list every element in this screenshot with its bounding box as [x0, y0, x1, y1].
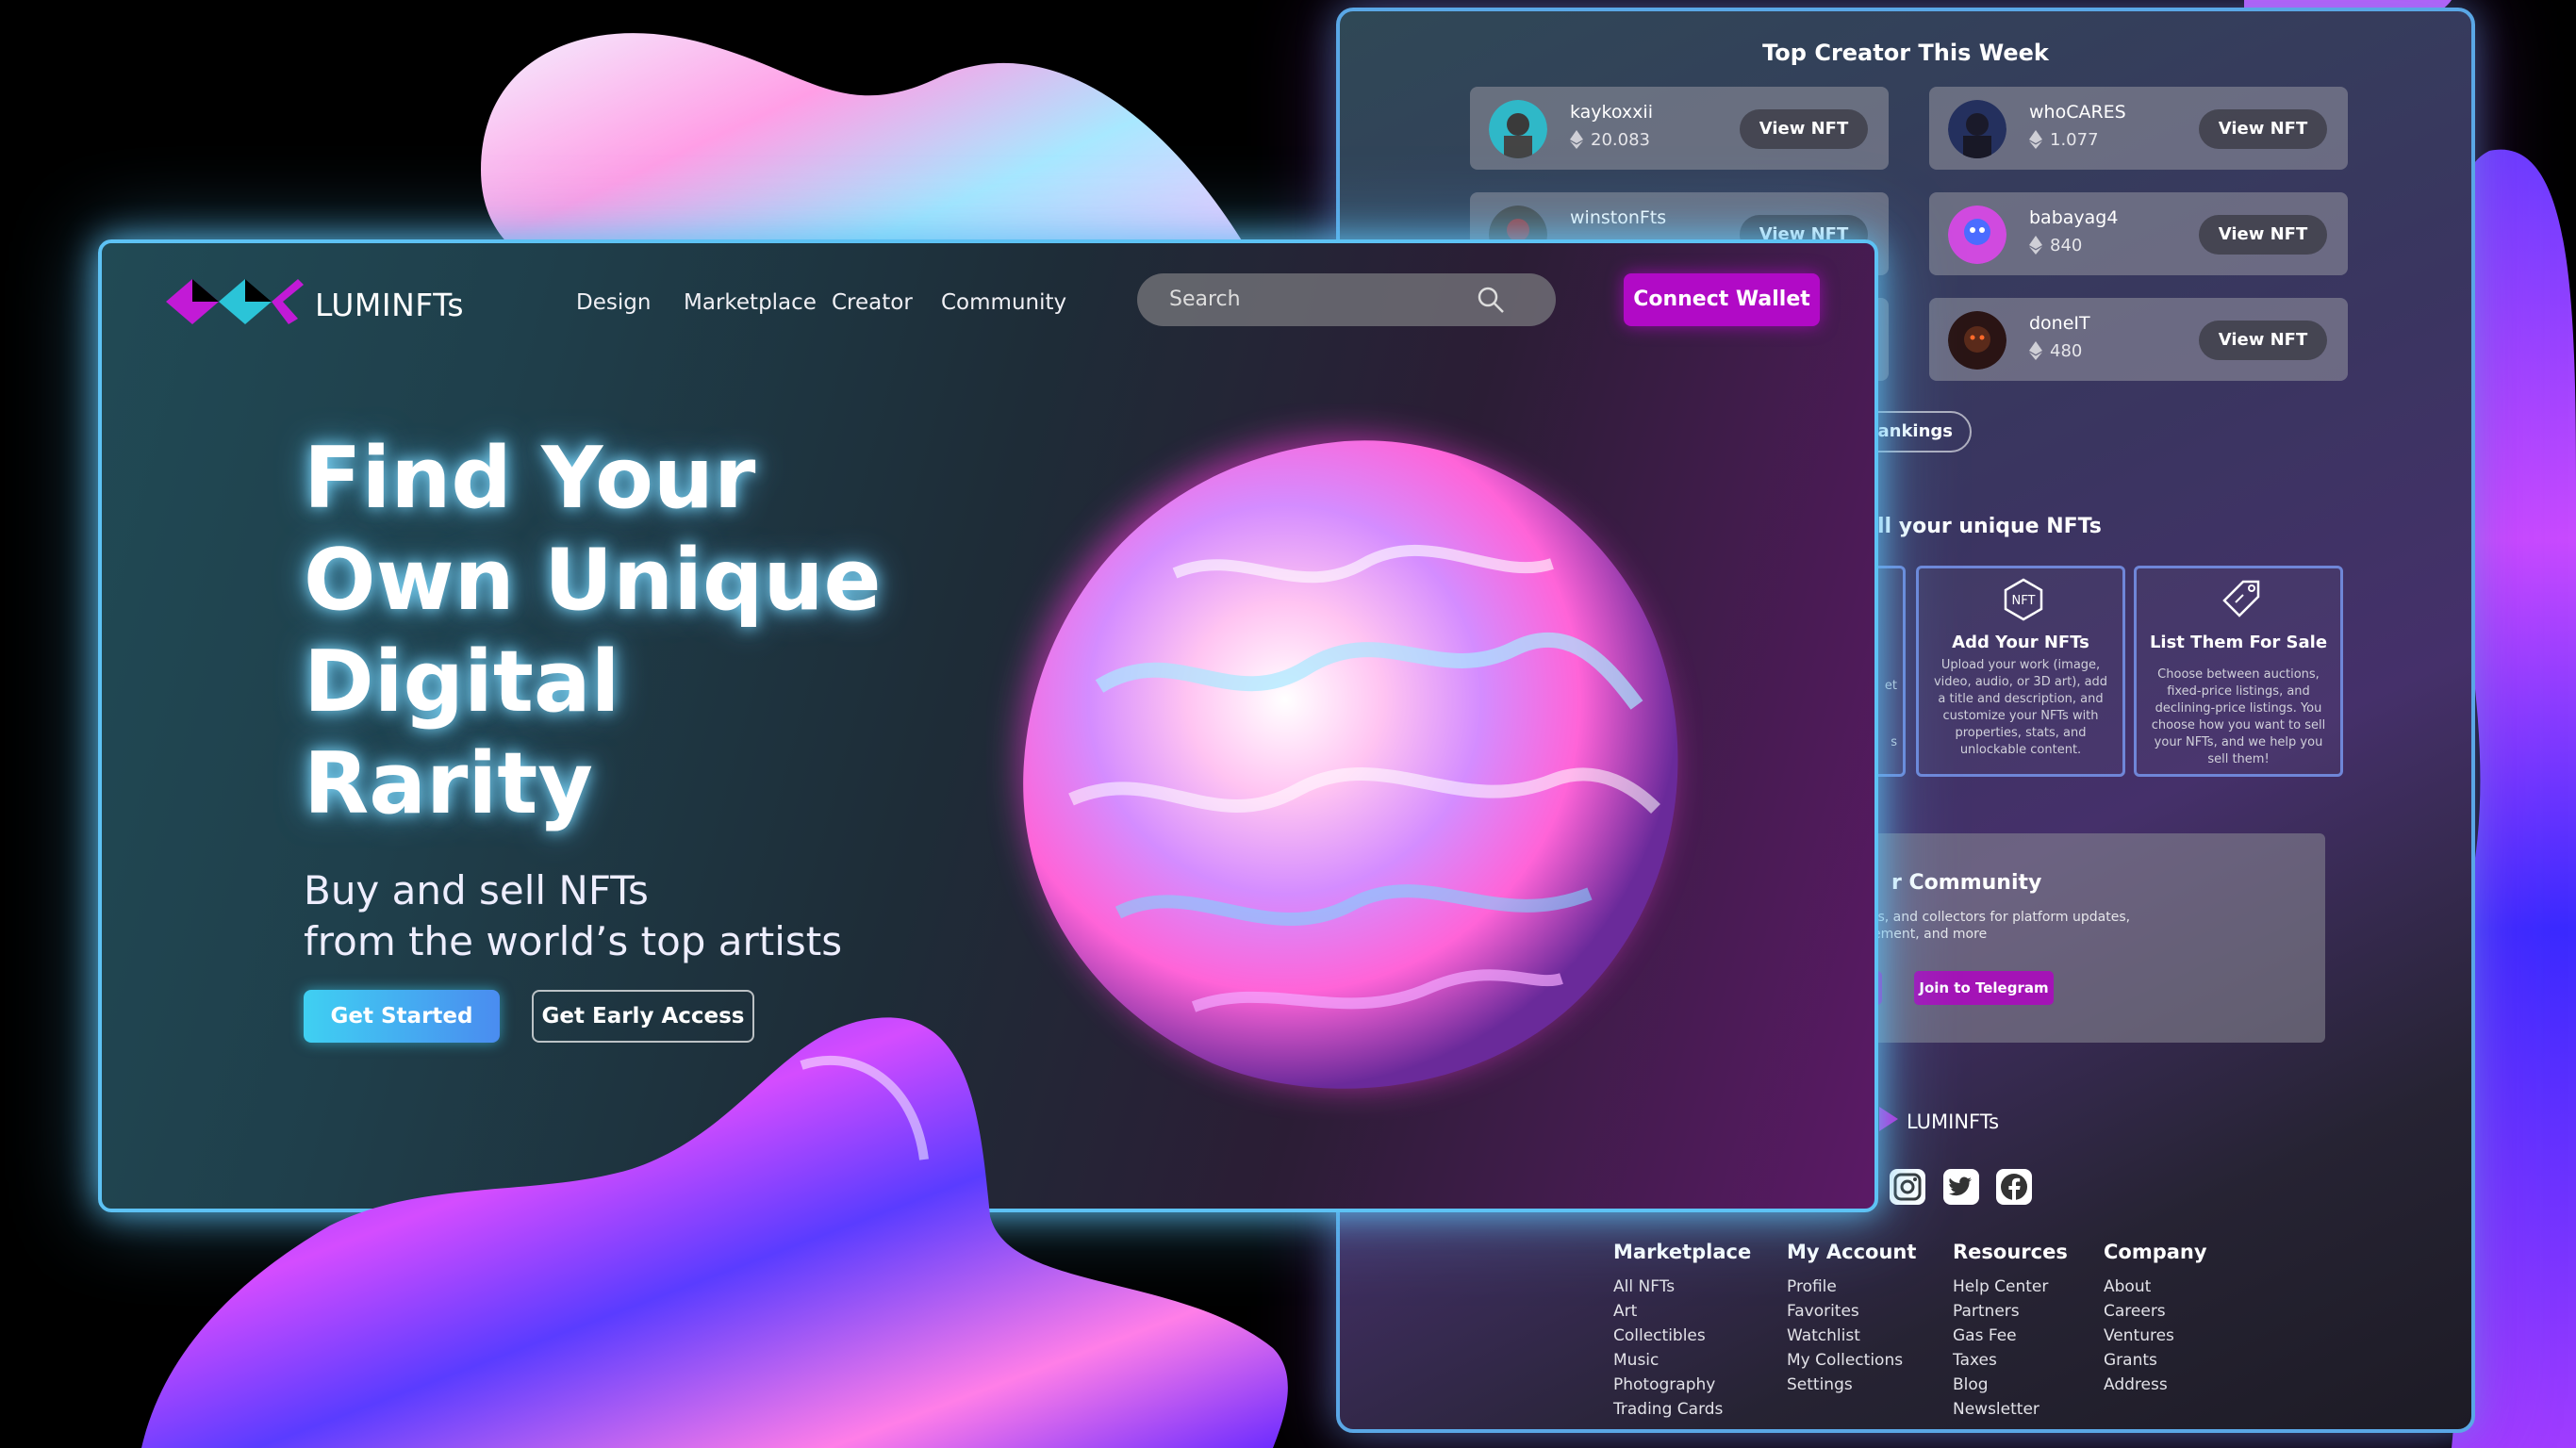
join-telegram-button[interactable]: Join to Telegram: [1914, 971, 2054, 1005]
footer-column-title: Marketplace: [1613, 1241, 1752, 1263]
luminfts-logo-icon[interactable]: [166, 275, 304, 328]
step-card-list-for-sale: List Them For Sale Choose between auctio…: [2134, 566, 2343, 777]
ethereum-icon: [2029, 236, 2042, 255]
creator-name: whoCARES: [2029, 102, 2126, 123]
step-partial-text: s: [1891, 735, 1897, 749]
creator-value: 840: [2029, 236, 2082, 255]
footer-link[interactable]: Taxes: [1953, 1348, 2068, 1373]
view-nft-button[interactable]: View NFT: [2199, 321, 2327, 360]
avatar: [1948, 100, 2006, 158]
creator-name: babayag4: [2029, 207, 2119, 228]
nav-creator[interactable]: Creator: [832, 290, 913, 315]
view-nft-button[interactable]: View NFT: [1740, 109, 1868, 149]
footer-link[interactable]: Help Center: [1953, 1275, 2068, 1299]
avatar: [1489, 100, 1547, 158]
logo-mark-partial: [1879, 1107, 1898, 1131]
instagram-icon[interactable]: [1888, 1167, 1927, 1207]
community-banner: r Community ts, and collectors for platf…: [1854, 833, 2325, 1043]
view-nft-button[interactable]: View NFT: [2199, 109, 2327, 149]
creator-value: 480: [2029, 341, 2082, 361]
landing-page-panel: LUMINFTs Design Marketplace Creator Comm…: [98, 239, 1878, 1212]
footer-column-title: Company: [2104, 1241, 2207, 1263]
nav-marketplace[interactable]: Marketplace: [684, 290, 817, 315]
nav-design[interactable]: Design: [576, 290, 651, 315]
steps-section-title: ll your unique NFTs: [1877, 515, 2102, 538]
community-title: r Community: [1891, 871, 2042, 895]
creator-name: doneIT: [2029, 313, 2090, 334]
avatar: [1948, 206, 2006, 264]
search-icon[interactable]: [1477, 286, 1505, 314]
hero-title: Find Your Own Unique Digital Rarity: [304, 429, 882, 833]
iridescent-sphere-artwork: [1019, 436, 1678, 1089]
search-input[interactable]: Search: [1169, 288, 1241, 311]
ethereum-icon: [1570, 130, 1583, 149]
footer-column-company: Company About Careers Ventures Grants Ad…: [2104, 1241, 2207, 1397]
creator-name: kaykoxxii: [1570, 102, 1653, 123]
footer-link[interactable]: Gas Fee: [1953, 1324, 2068, 1348]
footer-link[interactable]: Partners: [1953, 1299, 2068, 1324]
step-description: Upload your work (image, video, audio, o…: [1933, 658, 2108, 757]
creator-card: doneIT 480 View NFT: [1929, 298, 2348, 381]
creator-card: babayag4 840 View NFT: [1929, 192, 2348, 275]
step-card-add-nfts: NFT Add Your NFTs Upload your work (imag…: [1916, 566, 2125, 777]
facebook-icon[interactable]: [1994, 1167, 2034, 1207]
footer-link[interactable]: About: [2104, 1275, 2207, 1299]
footer-link[interactable]: Blog: [1953, 1373, 2068, 1397]
creator-card: whoCARES 1.077 View NFT: [1929, 87, 2348, 170]
footer-link[interactable]: Photography: [1613, 1373, 1751, 1397]
price-tag-icon: [2222, 580, 2260, 617]
footer-link[interactable]: Careers: [2104, 1299, 2207, 1324]
get-early-access-button[interactable]: Get Early Access: [532, 990, 754, 1043]
creator-value: 1.077: [2029, 130, 2099, 150]
search-bar[interactable]: Search: [1137, 273, 1556, 326]
footer-link[interactable]: My Collections: [1787, 1348, 1916, 1373]
footer-column-my-account: My Account Profile Favorites Watchlist M…: [1787, 1241, 1916, 1397]
footer-column-resources: Resources Help Center Partners Gas Fee T…: [1953, 1241, 2068, 1422]
footer-link[interactable]: Address: [2104, 1373, 2207, 1397]
top-creator-title: Top Creator This Week: [1762, 40, 2049, 66]
footer-link[interactable]: Settings: [1787, 1373, 1916, 1397]
nft-hexagon-icon: NFT: [2004, 578, 2043, 621]
creator-card: kaykoxxii 20.083 View NFT: [1470, 87, 1889, 170]
hero-subtitle: Buy and sell NFTs from the world’s top a…: [304, 867, 843, 964]
ethereum-icon: [2029, 130, 2042, 149]
footer-link[interactable]: Watchlist: [1787, 1324, 1916, 1348]
step-title: Add Your NFTs: [1952, 633, 2089, 652]
creator-value: 20.083: [1570, 130, 1650, 150]
community-description: ts, and collectors for platform updates,…: [1873, 910, 2131, 942]
footer-column-marketplace: Marketplace All NFTs Art Collectibles Mu…: [1613, 1241, 1751, 1422]
footer-link[interactable]: All NFTs: [1613, 1275, 1751, 1299]
footer-link[interactable]: Collectibles: [1613, 1324, 1751, 1348]
twitter-icon[interactable]: [1941, 1167, 1981, 1207]
connect-wallet-button[interactable]: Connect Wallet: [1624, 273, 1820, 326]
get-started-button[interactable]: Get Started: [304, 990, 500, 1043]
avatar: [1948, 311, 2006, 370]
footer-link[interactable]: Art: [1613, 1299, 1751, 1324]
footer-link[interactable]: Newsletter: [1953, 1397, 2068, 1422]
step-partial-text: et: [1884, 679, 1897, 693]
footer-column-title: My Account: [1787, 1241, 1917, 1263]
footer-link[interactable]: Ventures: [2104, 1324, 2207, 1348]
brand-name: LUMINFTs: [315, 287, 465, 323]
footer-link[interactable]: Grants: [2104, 1348, 2207, 1373]
nav-community[interactable]: Community: [941, 290, 1066, 315]
footer-link[interactable]: Music: [1613, 1348, 1751, 1373]
footer-brand: LUMINFTs: [1907, 1111, 2000, 1133]
step-title: List Them For Sale: [2149, 633, 2328, 652]
ethereum-icon: [2029, 341, 2042, 360]
svg-text:NFT: NFT: [2012, 594, 2036, 608]
footer-link[interactable]: Profile: [1787, 1275, 1916, 1299]
footer-column-title: Resources: [1953, 1241, 2068, 1263]
step-description: Choose between auctions, fixed-price lis…: [2151, 667, 2326, 766]
view-nft-button[interactable]: View NFT: [2199, 215, 2327, 255]
footer-link[interactable]: Favorites: [1787, 1299, 1916, 1324]
footer-link[interactable]: Trading Cards: [1613, 1397, 1751, 1422]
creator-name: winstonFts: [1570, 207, 1667, 228]
